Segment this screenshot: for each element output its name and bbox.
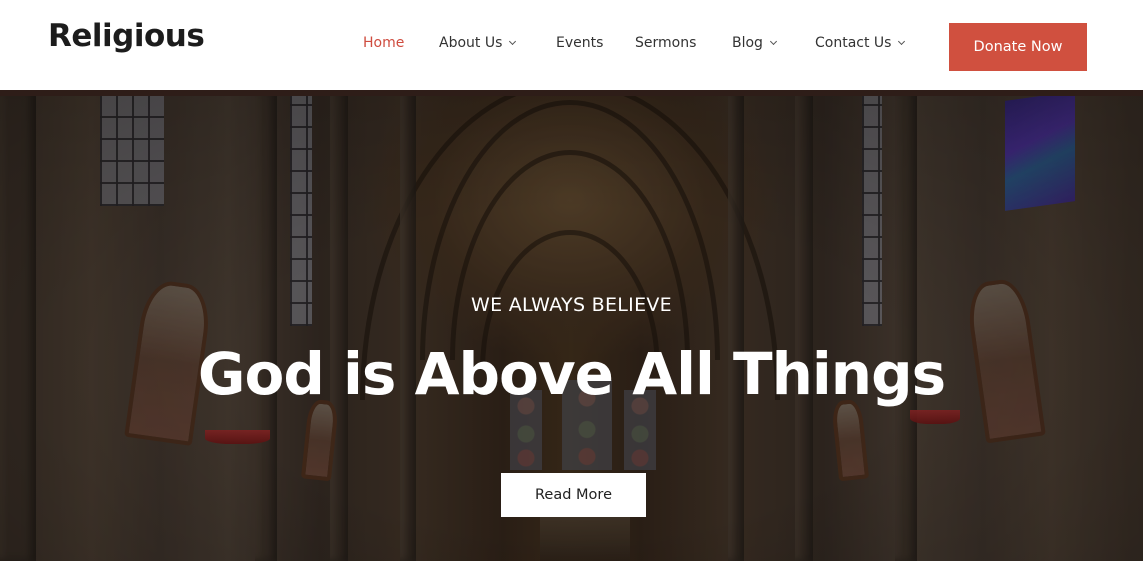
chevron-down-icon: [898, 37, 906, 45]
hero-headline: God is Above All Things: [197, 340, 946, 408]
nav-item-label: Contact Us: [815, 35, 892, 51]
nav-item-label: Events: [556, 35, 604, 51]
chevron-down-icon: [509, 37, 517, 45]
read-more-button[interactable]: Read More: [501, 473, 646, 517]
donate-now-button[interactable]: Donate Now: [949, 23, 1087, 71]
chevron-down-icon: [769, 37, 777, 45]
hero-banner: WE ALWAYS BELIEVE God is Above All Thing…: [0, 90, 1143, 561]
hero-top-border: [0, 90, 1143, 96]
nav-item-label: Home: [363, 35, 405, 51]
nav-item-label: Blog: [732, 35, 763, 51]
nav-item-blog[interactable]: Blog: [732, 35, 777, 51]
nav-item-label: About Us: [439, 35, 503, 51]
nav-item-sermons[interactable]: Sermons: [635, 35, 696, 51]
hero-eyebrow: WE ALWAYS BELIEVE: [471, 294, 672, 316]
nav-item-home[interactable]: Home: [363, 35, 404, 51]
nav-item-about-us[interactable]: About Us: [439, 35, 517, 51]
site-header: Religious Home About Us Events Sermons B…: [0, 0, 1143, 90]
nav-item-label: Sermons: [635, 35, 697, 51]
nav-item-contact-us[interactable]: Contact Us: [815, 35, 906, 51]
site-logo[interactable]: Religious: [48, 18, 205, 54]
nav-item-events[interactable]: Events: [556, 35, 603, 51]
